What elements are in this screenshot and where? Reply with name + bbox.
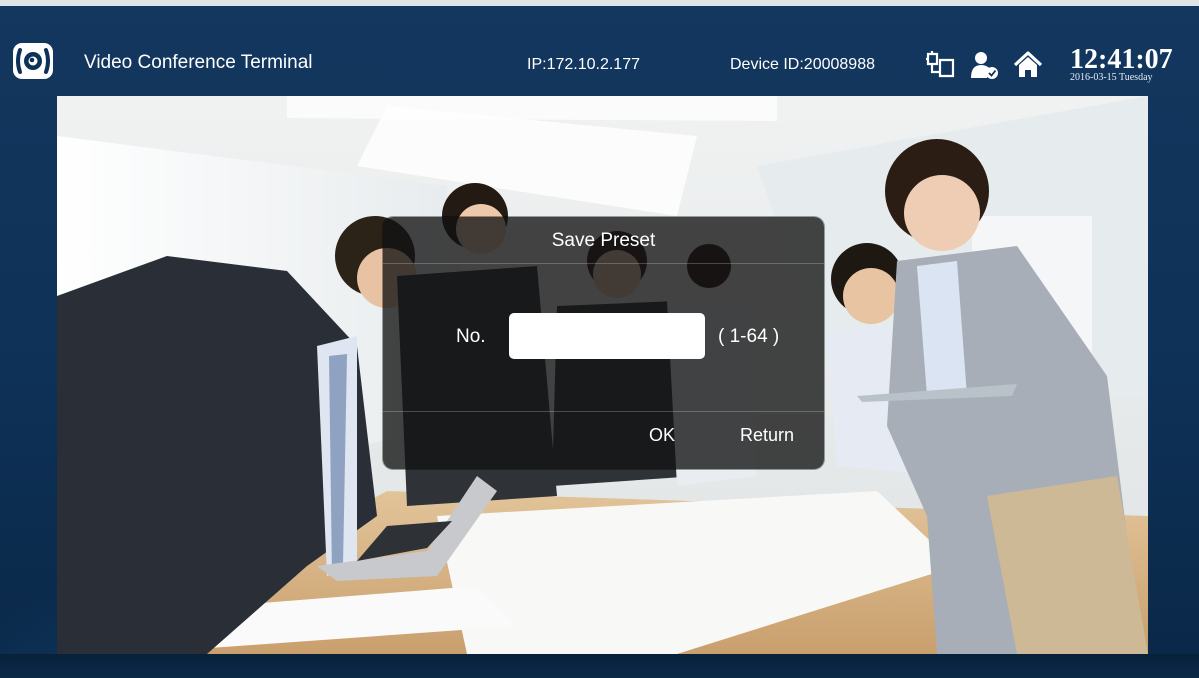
return-button[interactable]: Return — [740, 425, 794, 446]
top-status-bar: Video Conference Terminal IP:172.10.2.17… — [0, 0, 1199, 95]
save-preset-dialog: Save Preset No. ( 1-64 ) OK Return — [383, 217, 824, 469]
preset-number-label: No. — [456, 326, 486, 347]
dialog-divider — [383, 263, 824, 264]
network-icon[interactable] — [925, 50, 955, 80]
preset-number-input[interactable] — [509, 313, 705, 359]
ok-button[interactable]: OK — [649, 425, 675, 446]
dialog-title: Save Preset — [551, 230, 656, 251]
camera-lens-logo-icon — [13, 43, 53, 79]
app-title: Video Conference Terminal — [84, 52, 313, 73]
user-settings-icon[interactable] — [969, 50, 999, 80]
home-icon[interactable] — [1013, 50, 1043, 80]
dialog-divider — [383, 411, 824, 412]
ip-address: IP:172.10.2.177 — [527, 56, 640, 73]
video-conference-screen: Video Conference Terminal IP:172.10.2.17… — [0, 0, 1199, 678]
current-date: 2016-03-15 Tuesday — [1070, 72, 1153, 83]
device-id: Device ID:20008988 — [730, 56, 875, 73]
preset-range-hint: ( 1-64 ) — [718, 326, 780, 347]
current-time: 12:41:07 — [1070, 44, 1173, 75]
